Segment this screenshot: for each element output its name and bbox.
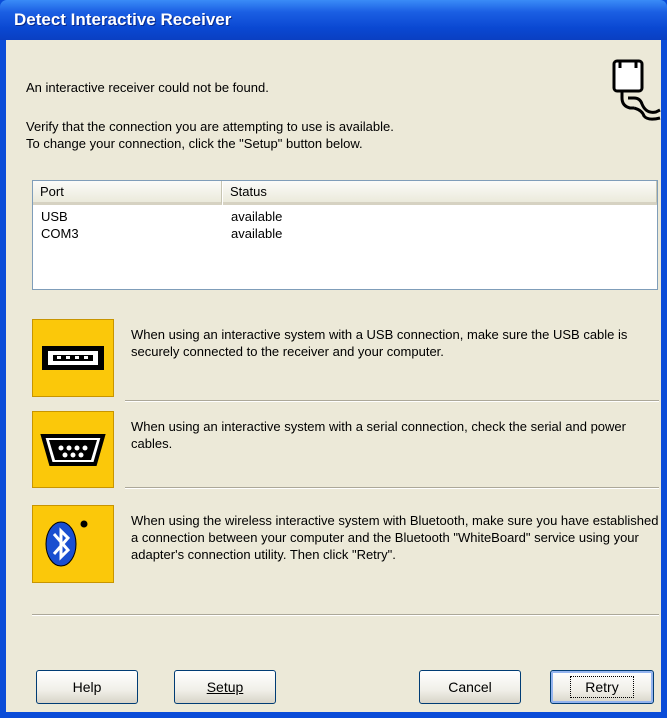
bluetooth-icon — [32, 505, 114, 583]
port-status: available — [231, 209, 283, 224]
title-bar[interactable]: Detect Interactive Receiver — [0, 0, 667, 40]
setup-button-label: Setup — [206, 679, 244, 695]
cancel-button[interactable]: Cancel — [419, 670, 521, 704]
usb-connector-icon — [32, 319, 114, 397]
column-header-port[interactable]: Port — [33, 181, 222, 205]
table-row[interactable]: USB available — [33, 209, 653, 225]
divider — [125, 487, 659, 489]
divider — [125, 400, 659, 402]
table-row[interactable]: COM3 available — [33, 226, 653, 242]
cable-plug-icon — [612, 59, 661, 121]
serial-info-text: When using an interactive system with a … — [131, 419, 626, 451]
port-name: USB — [41, 209, 68, 224]
port-status-list[interactable]: Port Status USB available COM3 available — [32, 180, 658, 290]
error-message: An interactive receiver could not be fou… — [26, 80, 269, 95]
instructions-text: Verify that the connection you are attem… — [26, 118, 394, 152]
instructions-line-1: Verify that the connection you are attem… — [26, 119, 394, 134]
serial-connector-icon — [32, 411, 114, 488]
port-name: COM3 — [41, 226, 79, 241]
setup-button[interactable]: Setup — [174, 670, 276, 704]
window-title: Detect Interactive Receiver — [14, 10, 232, 29]
divider — [32, 614, 659, 616]
retry-button[interactable]: Retry — [550, 670, 654, 704]
bluetooth-info-text: When using the wireless interactive syst… — [131, 513, 659, 562]
help-button[interactable]: Help — [36, 670, 138, 704]
column-header-status[interactable]: Status — [223, 181, 657, 205]
usb-info-text: When using an interactive system with a … — [131, 327, 628, 359]
retry-button-label: Retry — [570, 676, 634, 698]
port-status: available — [231, 226, 283, 241]
instructions-line-2: To change your connection, click the "Se… — [26, 136, 363, 151]
